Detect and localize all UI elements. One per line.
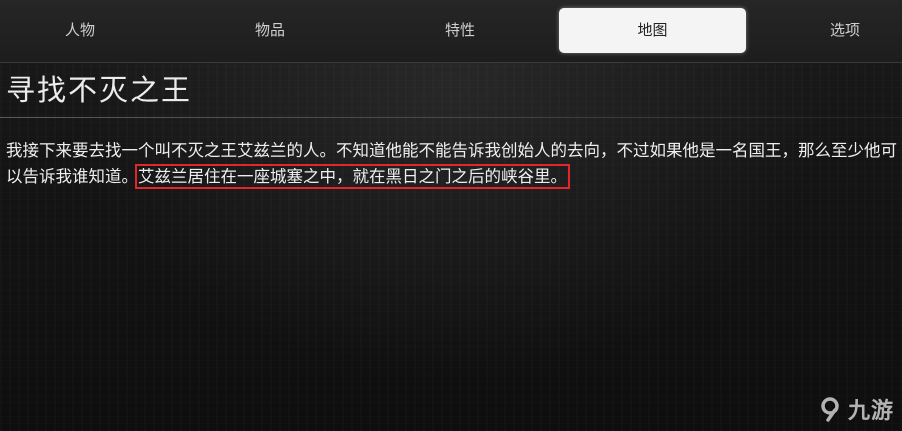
quest-description-highlight: 艾兹兰居住在一座城塞之中，就在黑日之门之后的峡谷里。 — [135, 164, 570, 189]
background — [0, 0, 902, 431]
site-watermark: 九游 — [819, 393, 894, 425]
quest-description: 我接下来要去找一个叫不灭之王艾兹兰的人。不知道他能不能告诉我创始人的去向，不过如… — [6, 138, 901, 190]
jiuyou-logo-icon — [821, 397, 839, 422]
title-divider — [0, 117, 902, 118]
tab-traits[interactable]: 特性 — [380, 8, 540, 53]
tab-options[interactable]: 选项 — [790, 8, 900, 53]
tab-map[interactable]: 地图 — [559, 8, 746, 53]
menu-tab-bar: 人物 物品 特性 地图 选项 — [0, 0, 902, 63]
tab-characters[interactable]: 人物 — [0, 8, 160, 53]
tab-items[interactable]: 物品 — [190, 8, 350, 53]
quest-title: 寻找不灭之王 — [6, 73, 193, 107]
watermark-text: 九游 — [847, 399, 894, 424]
